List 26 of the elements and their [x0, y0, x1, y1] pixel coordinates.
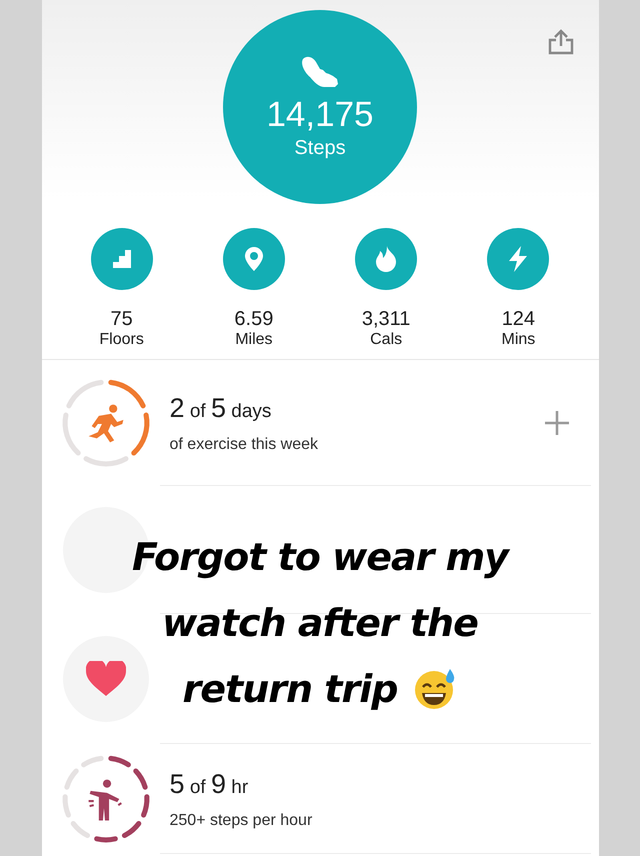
- lightning-icon: [508, 246, 528, 272]
- stat-label: Floors: [99, 331, 144, 349]
- steps-count: 14,175: [266, 94, 374, 134]
- heart-icon: [86, 661, 126, 697]
- stat-value: 3,311: [362, 308, 410, 331]
- stairs-icon: [110, 248, 133, 270]
- stat-label: Cals: [370, 331, 402, 349]
- caption-text: return trip: [182, 666, 398, 713]
- caption-text: watch after the: [162, 600, 478, 647]
- share-icon[interactable]: [546, 28, 574, 56]
- flame-icon: [376, 246, 396, 272]
- standing-figure-icon: [87, 780, 122, 820]
- caption-text: Forgot to wear my: [132, 534, 508, 581]
- stat-value: 75: [110, 308, 133, 331]
- goal-description: of exercise this week: [170, 436, 320, 454]
- stat-label: Miles: [235, 331, 273, 349]
- stat-value: 6.59: [234, 308, 274, 331]
- running-figure-icon: [88, 404, 123, 442]
- steps-label: Steps: [294, 136, 346, 160]
- stat-value: 124: [502, 308, 536, 331]
- goal-description: 250+ steps per hour: [170, 812, 314, 830]
- stat-label: Mins: [501, 331, 536, 349]
- plus-icon[interactable]: [542, 409, 570, 437]
- location-pin-icon: [244, 247, 263, 271]
- steps-circle[interactable]: 14,175 Steps: [223, 10, 417, 204]
- shoe-icon: [299, 54, 341, 88]
